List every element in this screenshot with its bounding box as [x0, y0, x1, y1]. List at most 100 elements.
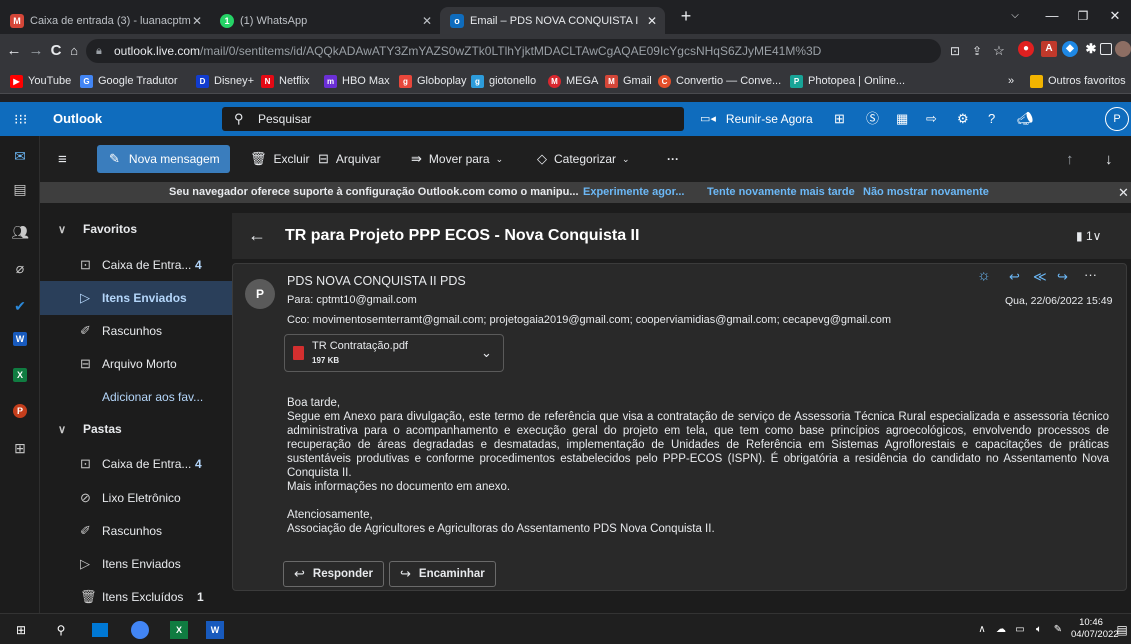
pen-icon[interactable]: ✎ [1049, 621, 1067, 639]
banner-try-later-link[interactable]: Tente novamente mais tarde [707, 182, 855, 203]
sender-name[interactable]: PDS NOVA CONQUISTA II PDS [287, 274, 466, 288]
bookmark-gmail[interactable]: M Gmail [605, 73, 652, 89]
bookmark-convertio[interactable]: C Convertio — Conve... [658, 73, 781, 89]
bookmarks-overflow[interactable]: » [1008, 73, 1014, 89]
file-explorer-icon[interactable] [92, 623, 108, 637]
bookmark-disney[interactable]: D Disney+ [196, 73, 254, 89]
help-icon[interactable]: ? [988, 111, 995, 127]
favorite-archive[interactable]: ⊟ Arquivo Morto [40, 347, 232, 381]
powerpoint-icon[interactable]: P [13, 404, 27, 418]
attachments-icon[interactable]: ⌀ [10, 258, 30, 278]
tab-gmail[interactable]: M Caixa de entrada (3) - luanacptm ✕ [0, 7, 210, 34]
hamburger-menu-icon[interactable]: ≡ [58, 149, 67, 169]
archive-button[interactable]: ⊟ Arquivar [318, 149, 381, 169]
search-input[interactable]: ⚲ Pesquisar [222, 107, 684, 131]
volume-icon[interactable]: 🔈︎ [1030, 621, 1048, 639]
sidebar-icon[interactable] [1100, 43, 1112, 55]
excel-taskbar-icon[interactable]: X [170, 621, 188, 639]
new-tab-button[interactable]: + [671, 6, 701, 26]
folder-junk[interactable]: ⊘ Lixo Eletrônico [40, 481, 232, 515]
profile-avatar[interactable]: P [1105, 107, 1129, 131]
favorite-drafts[interactable]: ✐ Rascunhos [40, 314, 232, 348]
bookmark-hbo-max[interactable]: m HBO Max [324, 73, 390, 89]
system-clock[interactable]: 10:46 04/07/2022 [1071, 617, 1119, 641]
address-bar[interactable]: 🔒︎ outlook.live.com/mail/0/sentitems/id/… [86, 39, 941, 63]
forward-icon[interactable]: → [26, 41, 46, 61]
bookmark-giotonello[interactable]: g giotonello [471, 73, 536, 89]
forward-button[interactable]: ↪ Encaminhar [389, 561, 496, 587]
banner-dont-show-link[interactable]: Não mostrar novamente [863, 182, 989, 203]
bookmark-google-tradutor[interactable]: G Google Tradutor [80, 73, 178, 89]
bookmark-photopea[interactable]: P Photopea | Online... [790, 73, 905, 89]
sun-icon[interactable]: ☼ [977, 267, 991, 284]
back-arrow-icon[interactable]: ← [248, 225, 266, 246]
folder-sent-items[interactable]: ▷ Itens Enviados [40, 547, 232, 581]
notifications-megaphone-icon[interactable]: 📣︎ [1017, 111, 1034, 127]
previous-message-icon[interactable]: ↑ [1066, 149, 1074, 169]
folders-header[interactable]: ∨ Pastas [40, 412, 232, 446]
whats-new-icon[interactable]: ⇨ [926, 111, 937, 127]
delete-button[interactable]: 🗑︎ Excluir [250, 149, 310, 169]
calendar-icon[interactable]: ▤ [10, 179, 30, 199]
chevron-down-icon[interactable]: ⌄ [481, 345, 492, 361]
skype-icon[interactable]: Ⓢ [866, 111, 879, 127]
word-taskbar-icon[interactable]: W [206, 621, 224, 639]
reply-button[interactable]: ↩ Responder [283, 561, 384, 587]
more-apps-icon[interactable]: ⊞ [10, 438, 30, 458]
reload-icon[interactable]: C [46, 41, 66, 61]
tray-overflow-icon[interactable]: ∧ [973, 621, 991, 639]
tab-search-icon[interactable]: ⌵ [1000, 6, 1030, 26]
categorize-button[interactable]: ◇ Categorizar ⌄ [537, 149, 630, 169]
bookmark-globoplay[interactable]: g Globoplay [399, 73, 467, 89]
next-message-icon[interactable]: ↓ [1105, 149, 1113, 169]
attachment-count-indicator[interactable]: ▮ 1∨ [1076, 229, 1101, 243]
windows-start-icon[interactable]: ⊞ [12, 621, 30, 639]
close-tab-icon[interactable]: ✕ [422, 14, 432, 28]
settings-gear-icon[interactable]: ⚙ [957, 111, 969, 127]
app-launcher-icon[interactable]: ⁝⁝⁝ [14, 110, 32, 128]
notifications-icon[interactable]: ▤ [1113, 621, 1131, 639]
home-icon[interactable]: ⌂ [64, 41, 84, 61]
close-window-icon[interactable]: ✕ [1100, 6, 1130, 26]
sender-avatar[interactable]: P [245, 279, 275, 309]
onedrive-icon[interactable]: ☁ [992, 621, 1010, 639]
bookmark-star-icon[interactable]: ☆ [989, 41, 1009, 61]
favorite-inbox[interactable]: ⊡ Caixa de Entra... 4 [40, 248, 232, 282]
banner-close-icon[interactable]: ✕ [1118, 182, 1129, 203]
bookmark-youtube[interactable]: ▶ YouTube [10, 73, 71, 89]
favorite-sent-items[interactable]: ▷ Itens Enviados [40, 281, 232, 315]
extension-pdf-icon[interactable]: A [1041, 41, 1057, 57]
folder-inbox[interactable]: ⊡ Caixa de Entra... 4 [40, 447, 232, 481]
extension-blue-icon[interactable]: ◆ [1062, 41, 1078, 57]
profile-avatar[interactable] [1115, 41, 1131, 57]
more-actions-button[interactable]: ··· [667, 149, 679, 169]
folder-drafts[interactable]: ✐ Rascunhos [40, 514, 232, 548]
add-to-favorites-link[interactable]: Adicionar aos fav... [40, 380, 232, 414]
outlook-brand[interactable]: Outlook [53, 102, 102, 136]
close-tab-icon[interactable]: ✕ [192, 14, 202, 28]
minimize-icon[interactable]: — [1037, 6, 1067, 26]
more-options-icon[interactable]: ··· [1084, 267, 1097, 282]
people-icon[interactable]: 👥︎ [10, 222, 30, 242]
word-icon[interactable]: W [13, 332, 27, 346]
extension-red-icon[interactable]: ● [1018, 41, 1034, 57]
close-tab-icon[interactable]: ✕ [647, 14, 657, 28]
new-message-button[interactable]: ✎ Nova mensagem [97, 145, 230, 173]
attachment-card[interactable]: TR Contratação.pdf 197 KB ⌄ [284, 334, 504, 372]
forward-icon[interactable]: ↪ [1057, 269, 1068, 285]
network-icon[interactable]: ▭ [1011, 621, 1029, 639]
taskbar-search-icon[interactable]: ⚲ [52, 621, 70, 639]
teams-icon[interactable]: ⊞ [834, 111, 845, 127]
chrome-icon[interactable] [131, 621, 149, 639]
back-icon[interactable]: ← [4, 41, 24, 61]
todo-check-icon[interactable]: ✔ [10, 296, 30, 316]
folder-deleted-items[interactable]: 🗑︎ Itens Excluídos 1 [40, 580, 232, 614]
bookmark-other-favorites[interactable]: Outros favoritos [1030, 73, 1126, 89]
excel-icon[interactable]: X [13, 368, 27, 382]
tab-outlook[interactable]: o Email – PDS NOVA CONQUISTA I ✕ [440, 7, 665, 34]
extensions-puzzle-icon[interactable]: ✱ [1083, 41, 1099, 57]
tab-whatsapp[interactable]: 1 (1) WhatsApp ✕ [210, 7, 440, 34]
meet-now-button[interactable]: ▭◂ Reunir-se Agora [700, 102, 813, 136]
banner-try-now-link[interactable]: Experimente agor... [583, 182, 684, 203]
restore-icon[interactable]: ❐ [1068, 6, 1098, 26]
